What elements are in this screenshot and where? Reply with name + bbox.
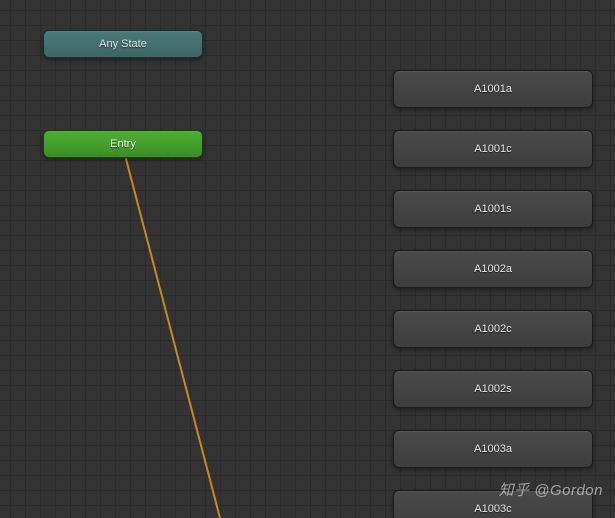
state-node[interactable]: A1003a bbox=[393, 430, 593, 468]
state-node-label: A1001c bbox=[474, 143, 511, 155]
state-node-label: A1001s bbox=[474, 203, 511, 215]
any-state-node[interactable]: Any State bbox=[43, 30, 203, 58]
state-node-label: A1002c bbox=[474, 323, 511, 335]
state-node[interactable]: A1002c bbox=[393, 310, 593, 348]
entry-node[interactable]: Entry bbox=[43, 130, 203, 158]
state-node-label: A1003c bbox=[474, 503, 511, 515]
state-node[interactable]: A1001s bbox=[393, 190, 593, 228]
state-node[interactable]: A1001c bbox=[393, 130, 593, 168]
state-node[interactable]: A1002s bbox=[393, 370, 593, 408]
state-node[interactable]: A1002a bbox=[393, 250, 593, 288]
state-node-label: A1002a bbox=[474, 263, 512, 275]
state-node[interactable]: A1001a bbox=[393, 70, 593, 108]
state-node[interactable]: A1003c bbox=[393, 490, 593, 518]
state-node-label: A1003a bbox=[474, 443, 512, 455]
state-node-label: A1002s bbox=[474, 383, 511, 395]
entry-label: Entry bbox=[110, 138, 136, 150]
any-state-label: Any State bbox=[99, 38, 147, 50]
state-node-label: A1001a bbox=[474, 83, 512, 95]
